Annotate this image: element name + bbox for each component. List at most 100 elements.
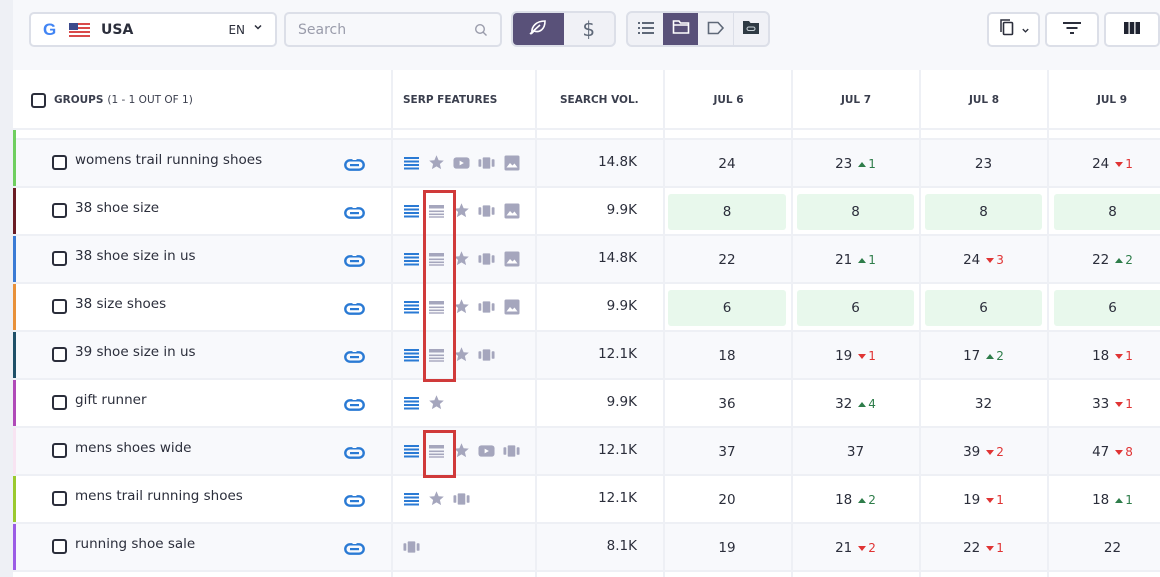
table-row[interactable]: 38 size shoes 9.9K 6 6 6 6 [13, 284, 1160, 332]
table-row[interactable]: running shoe sale 8.1K 19 21 2 22 1 22 [13, 524, 1160, 572]
position-change-up: 2 [858, 493, 876, 507]
position-cell[interactable]: 39 2 [925, 434, 1042, 470]
search-icon[interactable] [474, 22, 488, 36]
table-row[interactable]: gift runner 9.9K 36 32 4 32 33 1 [13, 380, 1160, 428]
keyword-label[interactable]: 38 size shoes [75, 296, 166, 312]
link-icon[interactable] [344, 540, 365, 559]
row-checkbox[interactable] [52, 539, 67, 554]
position-cell[interactable]: 19 1 [925, 482, 1042, 518]
position-cell[interactable]: 8 [797, 194, 914, 230]
position-cell[interactable]: 17 2 [925, 338, 1042, 374]
keyword-label[interactable]: running shoe sale [75, 536, 195, 552]
columns-button[interactable] [1104, 12, 1160, 47]
link-icon[interactable] [344, 300, 365, 319]
keyword-label[interactable]: 38 shoe size in us [75, 248, 196, 264]
position-cell[interactable]: 23 1 [797, 146, 914, 182]
position-cell[interactable]: 18 1 [1054, 482, 1160, 518]
position-cell[interactable]: 18 2 [797, 482, 914, 518]
row-checkbox[interactable] [52, 491, 67, 506]
position-cell[interactable]: 33 1 [1054, 386, 1160, 422]
position-cell[interactable]: 20 [668, 482, 786, 518]
position-cell[interactable]: 18 1 [1054, 338, 1160, 374]
position-cell[interactable]: 6 [925, 290, 1042, 326]
folder-link-view-button[interactable] [733, 13, 768, 45]
position-cell[interactable]: 18 [668, 338, 786, 374]
tag-view-button[interactable] [698, 13, 733, 45]
copy-dropdown-button[interactable] [987, 12, 1040, 47]
row-checkbox[interactable] [52, 155, 67, 170]
position-cell[interactable]: 24 1 [1054, 146, 1160, 182]
image-icon [503, 250, 520, 267]
position-value: 8 [1108, 204, 1117, 220]
link-icon[interactable] [344, 252, 365, 271]
date-header-2[interactable]: JUL 8 [920, 70, 1048, 130]
date-header-3[interactable]: JUL 9 [1048, 70, 1160, 130]
position-cell[interactable]: 19 [668, 530, 786, 566]
position-value: 23 [974, 156, 993, 172]
row-checkbox[interactable] [52, 347, 67, 362]
position-cell[interactable]: 22 [1054, 530, 1160, 566]
position-cell[interactable]: 24 3 [925, 242, 1042, 278]
position-cell[interactable]: 8 [668, 194, 786, 230]
row-checkbox[interactable] [52, 251, 67, 266]
keyword-label[interactable]: mens shoes wide [75, 440, 191, 456]
position-cell[interactable]: 32 [925, 386, 1042, 422]
list-view-button[interactable] [628, 13, 663, 45]
table-row[interactable]: mens trail running shoes 12.1K 20 18 2 19 1 18 1 [13, 476, 1160, 524]
location-selector[interactable]: G USA EN [29, 12, 277, 47]
search-input[interactable] [298, 21, 468, 38]
position-value: 19 [835, 348, 853, 364]
link-icon[interactable] [344, 396, 365, 415]
row-checkbox[interactable] [52, 203, 67, 218]
date-header-1[interactable]: JUL 7 [792, 70, 920, 130]
paid-mode-button[interactable]: $ [564, 13, 615, 45]
link-icon[interactable] [344, 348, 365, 367]
position-cell[interactable]: 19 1 [797, 338, 914, 374]
link-icon[interactable] [344, 204, 365, 223]
position-cell[interactable]: 24 [668, 146, 786, 182]
keyword-label[interactable]: womens trail running shoes [75, 152, 262, 168]
position-cell[interactable]: 22 1 [925, 530, 1042, 566]
position-cell[interactable]: 21 2 [797, 530, 914, 566]
table-row[interactable]: 38 shoe size in us 14.8K 22 21 1 24 3 22 2 [13, 236, 1160, 284]
position-cell[interactable]: 21 1 [797, 242, 914, 278]
link-icon[interactable] [344, 156, 365, 175]
position-cell[interactable]: 22 2 [1054, 242, 1160, 278]
position-cell[interactable]: 36 [668, 386, 786, 422]
table-row[interactable]: 38 shoe size 9.9K 8 8 8 8 [13, 188, 1160, 236]
serp-features [403, 490, 470, 507]
table-row[interactable]: womens trail running shoes 14.8K 24 23 1 23 24… [13, 140, 1160, 188]
keyword-label[interactable]: 39 shoe size in us [75, 344, 196, 360]
table-row[interactable]: mens shoes wide 12.1K 37 37 39 2 47 8 [13, 428, 1160, 476]
group-color-bar [13, 380, 16, 426]
link-icon[interactable] [344, 492, 365, 511]
filter-button[interactable] [1045, 12, 1099, 47]
position-value: 21 [835, 252, 853, 268]
position-cell[interactable]: 32 4 [797, 386, 914, 422]
keyword-label[interactable]: 38 shoe size [75, 200, 159, 216]
position-cell[interactable]: 22 [668, 242, 786, 278]
row-checkbox[interactable] [52, 443, 67, 458]
position-cell[interactable]: 37 [797, 434, 914, 470]
table-row[interactable]: 39 shoe size in us 12.1K 18 19 1 17 2 18 1 [13, 332, 1160, 380]
position-cell[interactable]: 23 [925, 146, 1042, 182]
position-cell[interactable]: 8 [1054, 194, 1160, 230]
folder-view-button[interactable] [663, 13, 698, 45]
position-cell[interactable]: 6 [797, 290, 914, 326]
select-all-checkbox[interactable] [31, 92, 46, 108]
row-checkbox[interactable] [52, 299, 67, 314]
organic-mode-button[interactable] [513, 13, 564, 45]
position-cell[interactable]: 6 [1054, 290, 1160, 326]
row-checkbox[interactable] [52, 395, 67, 410]
link-icon[interactable] [344, 444, 365, 463]
position-cell[interactable]: 37 [668, 434, 786, 470]
search-volume-header[interactable]: SEARCH VOL. [560, 70, 670, 130]
position-cell[interactable]: 8 [925, 194, 1042, 230]
position-cell[interactable]: 47 8 [1054, 434, 1160, 470]
search-volume: 12.1K [598, 442, 637, 458]
position-cell[interactable]: 6 [668, 290, 786, 326]
keyword-label[interactable]: gift runner [75, 392, 147, 408]
date-header-0[interactable]: JUL 6 [665, 70, 792, 130]
serp-features-header[interactable]: SERP FEATURES [403, 70, 543, 130]
keyword-label[interactable]: mens trail running shoes [75, 488, 243, 504]
